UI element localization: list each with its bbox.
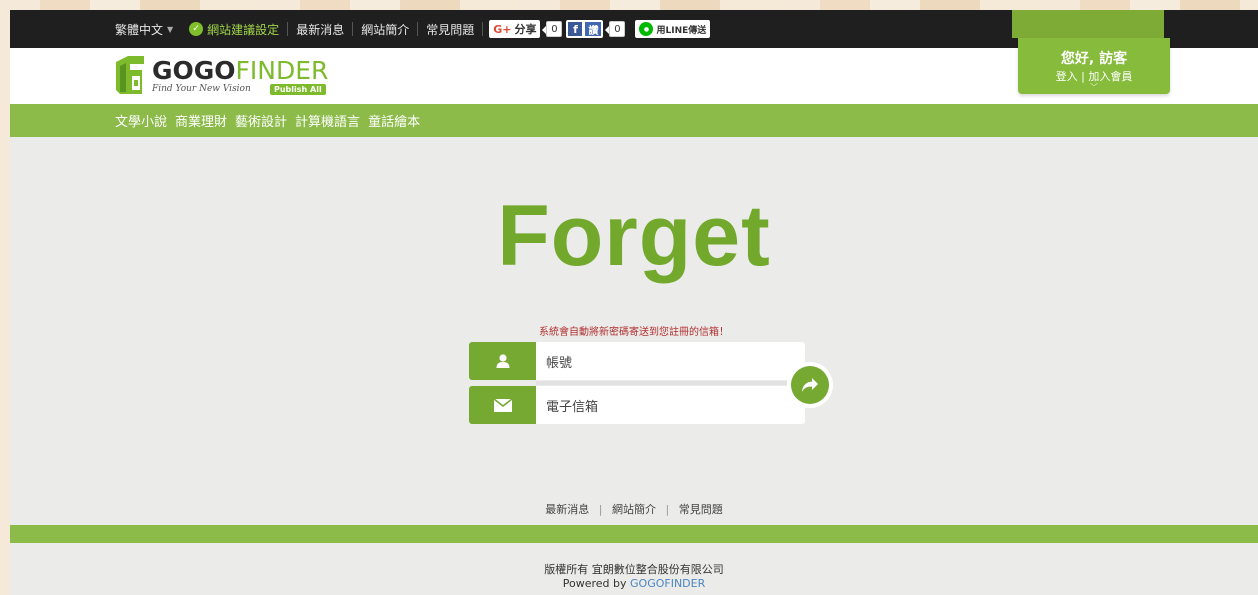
chevron-down-icon: ﹀ [1090,83,1098,92]
check-icon: ✓ [189,22,204,36]
forgot-password-form: 帳號 電子信箱 [469,342,833,426]
pipe-separator: | [1081,70,1085,83]
facebook-like-label: 讚 [585,22,602,37]
envelope-icon [469,386,536,424]
login-link[interactable]: 登入 [1056,70,1078,83]
top-link-faq[interactable]: 常見問題 [418,21,482,38]
nav-item-computer-language[interactable]: 計算機語言 [295,111,360,130]
separator [482,22,484,36]
facebook-icon: f [568,22,583,36]
account-field: 帳號 [469,342,805,380]
facebook-like-button[interactable]: f 讚 [566,20,604,38]
social-share: G+ 分享 0 f 讚 0 ● 用LINE傳送 [489,20,711,38]
footer-link-about[interactable]: 網站簡介 [612,503,656,516]
nav-item-art-design[interactable]: 藝術設計 [235,111,287,130]
site-logo[interactable]: GOGOFINDER Find Your New Vision Publish … [114,54,344,98]
nav-item-business[interactable]: 商業理財 [175,111,227,130]
recommend-settings-link[interactable]: ✓ 網站建議設定 [181,21,287,38]
line-share-label: 用LINE傳送 [656,25,707,36]
gplus-icon: G+ [493,22,512,36]
footer-link-news[interactable]: 最新消息 [545,503,589,516]
gplus-count: 0 [542,21,563,37]
gplus-share-button[interactable]: G+ 分享 [489,20,541,38]
logo-go: GOGO [152,56,236,85]
top-link-about[interactable]: 網站簡介 [353,21,417,38]
footer-links: 最新消息 | 網站簡介 | 常見問題 [10,501,1258,517]
powered-prefix: Powered by [562,577,627,590]
email-input[interactable]: 電子信箱 [536,396,598,415]
page-frame: 繁體中文 ▼ ✓ 網站建議設定 最新消息 網站簡介 常見問題 G+ 分享 0 f… [10,10,1258,595]
greeting: 您好, 訪客 [1060,51,1128,67]
register-link[interactable]: 加入會員 [1088,70,1132,83]
account-links: 登入 | 加入會員 [1018,68,1170,84]
facebook-count: 0 [605,21,626,37]
logo-tagline: Find Your New Vision [152,84,251,94]
email-field: 電子信箱 [469,386,805,424]
copyright-text: 版權所有 宜朗數位整合股份有限公司 [544,563,724,576]
account-input[interactable]: 帳號 [536,352,572,371]
gplus-share-label: 分享 [514,23,537,36]
copyright: 版權所有 宜朗數位整合股份有限公司 Powered by GOGOFINDER [10,563,1258,591]
line-icon: ● [639,22,654,36]
powered-by: Powered by GOGOFINDER [10,577,1258,591]
footer-bar [10,525,1258,543]
user-panel[interactable]: 您好, 訪客 登入 | 加入會員 ﹀ [1018,38,1170,94]
logo-mark-icon [116,56,144,94]
notice-text: 系統會自動將新密碼寄送到您註冊的信箱！ [539,327,729,338]
footer-link-faq[interactable]: 常見問題 [679,503,723,516]
field-divider [536,381,805,385]
logo-wordmark: GOGOFINDER [152,56,328,85]
language-selector[interactable]: 繁體中文 ▼ [115,21,181,38]
powered-brand-link[interactable]: GOGOFINDER [630,577,705,590]
top-link-news[interactable]: 最新消息 [288,21,352,38]
user-tab [1012,10,1164,38]
pipe-separator: | [598,503,603,516]
caret-down-icon: ▼ [167,24,174,34]
nav-item-picture-books[interactable]: 童話繪本 [368,111,420,130]
recommend-label: 網站建議設定 [207,22,280,37]
language-label: 繁體中文 [115,22,164,37]
line-share-button[interactable]: ● 用LINE傳送 [635,20,711,38]
publish-badge: Publish All [270,84,326,95]
page-title: Forget [497,188,771,284]
pipe-separator: | [665,503,670,516]
category-nav: 文學小說 商業理財 藝術設計 計算機語言 童話繪本 [10,104,1258,137]
user-icon [469,342,536,380]
logo-finder: FINDER [235,56,329,85]
nav-item-literature[interactable]: 文學小說 [115,111,167,130]
submit-button[interactable] [787,362,833,408]
share-arrow-icon [791,366,829,404]
